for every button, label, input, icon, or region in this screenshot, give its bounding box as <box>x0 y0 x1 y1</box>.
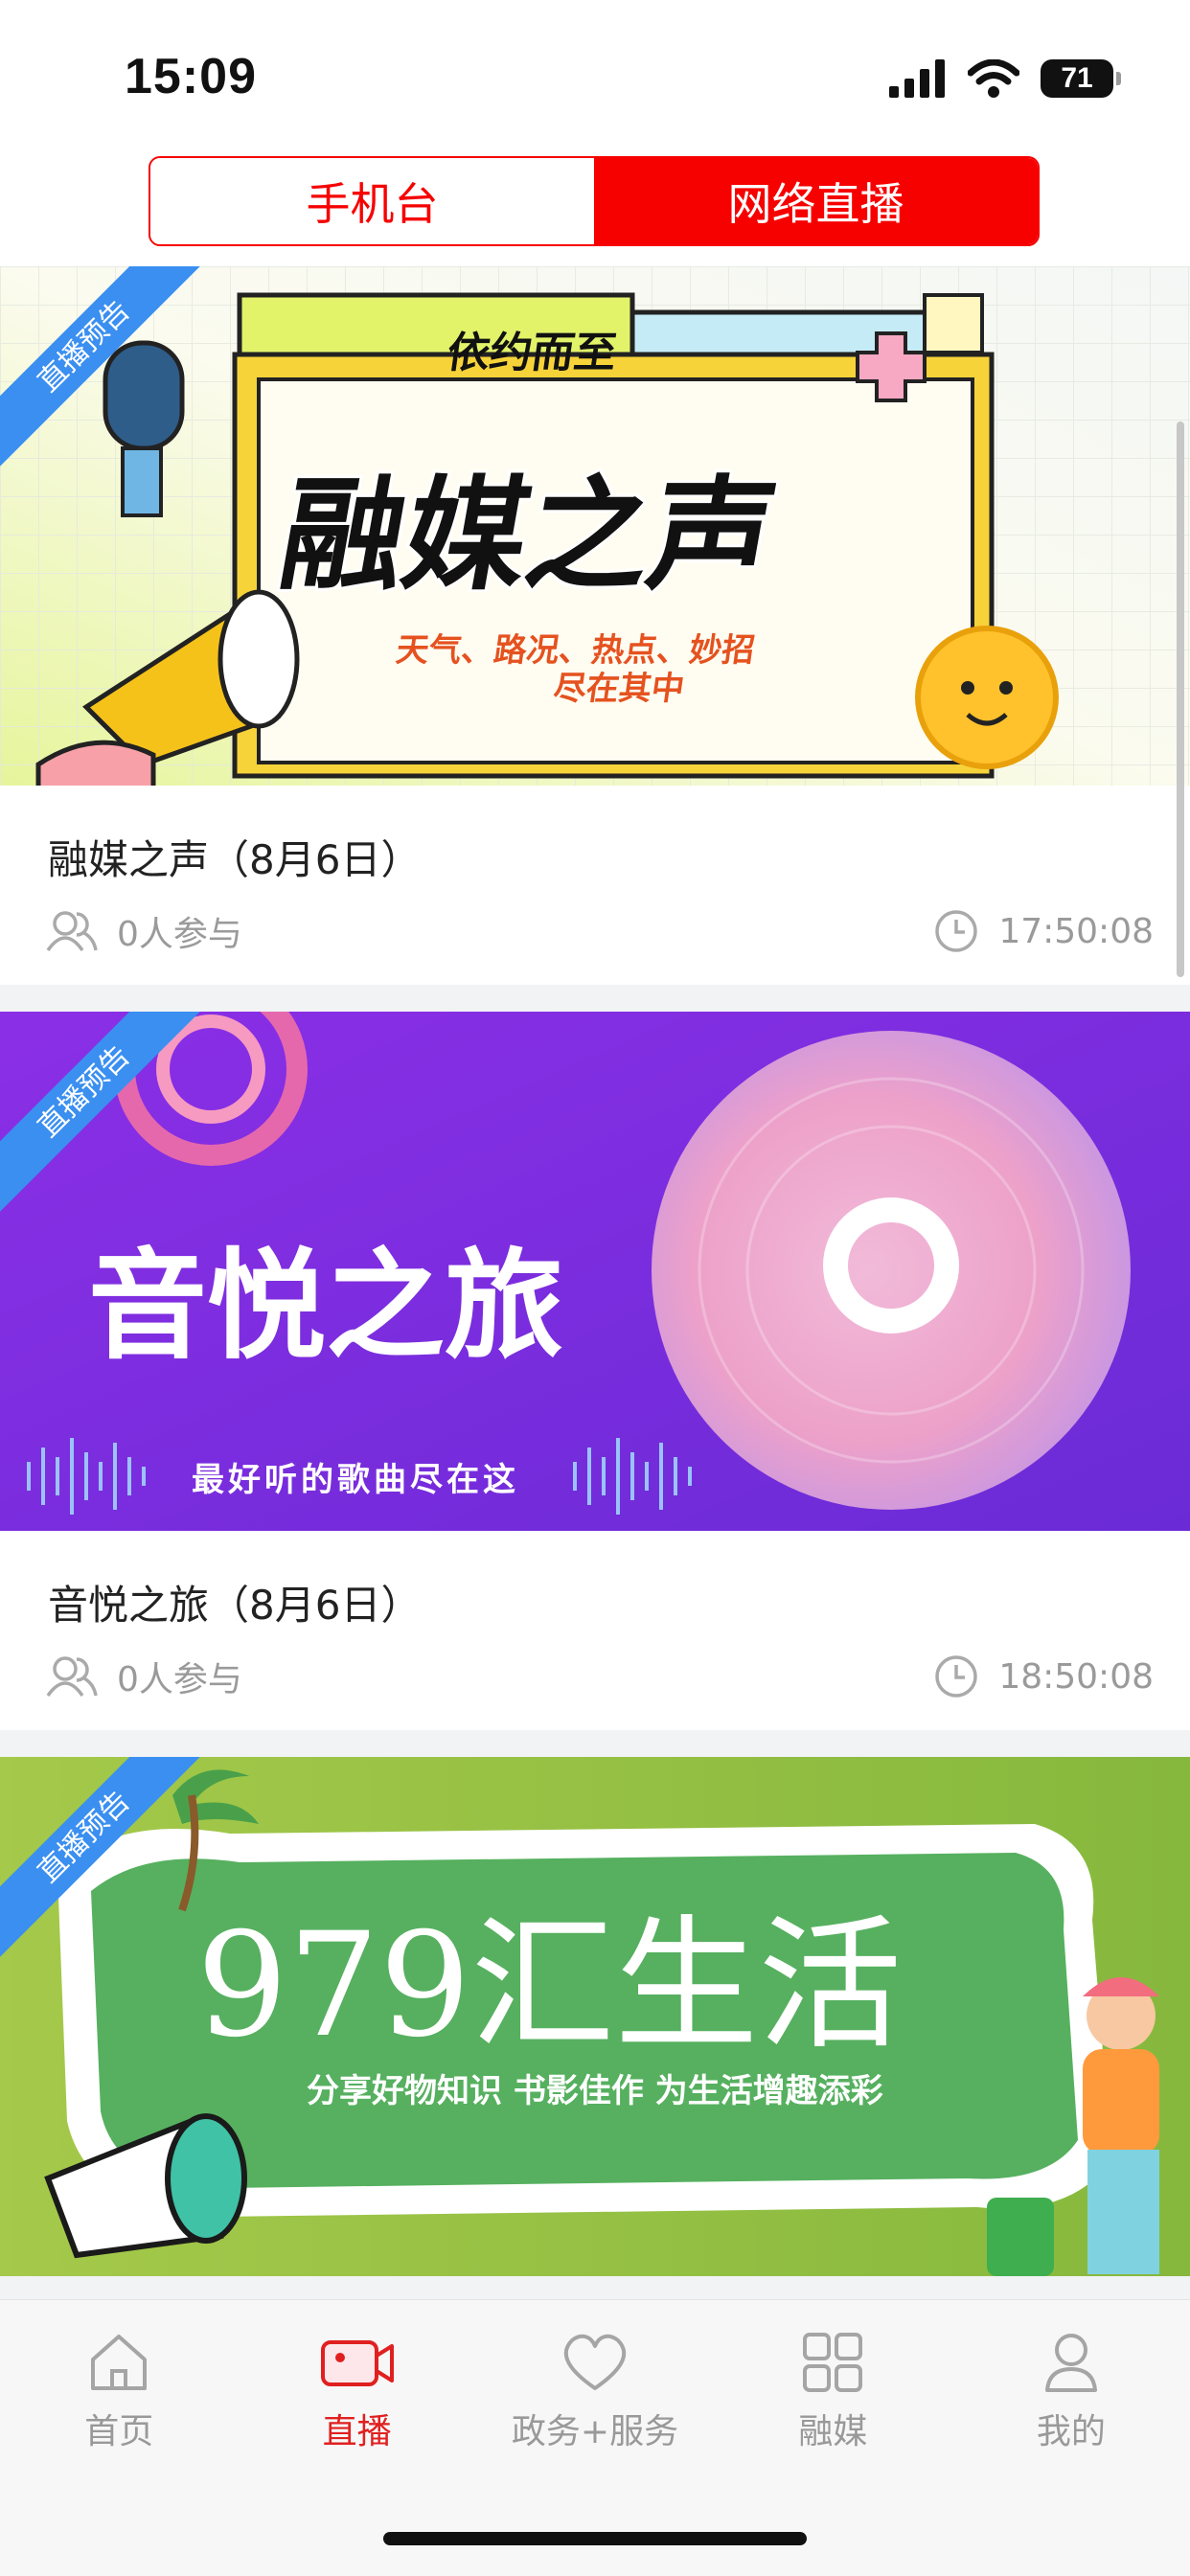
tab-label: 首页 <box>84 2412 154 2451</box>
participants-count: 0人参与 <box>117 915 242 954</box>
banner-subtitle: 分享好物知识 书影佳作 为生活增趣添彩 <box>307 2072 883 2110</box>
tab-mine[interactable]: 我的 <box>952 2329 1190 2492</box>
tab-media[interactable]: 融媒 <box>714 2329 951 2492</box>
video-camera-icon <box>320 2340 394 2386</box>
battery-icon: 71 <box>1041 59 1121 98</box>
signal-icon <box>889 59 945 98</box>
home-icon <box>91 2335 148 2390</box>
banner-art-ronmei: 依约而至 融媒之声 天气、路况、热点、妙招 尽在其中 <box>0 266 1190 786</box>
live-card[interactable]: 音悦之旅 最好听的歌曲尽在这 直播预告 音悦之旅（8月6日） 0人参与 18:5… <box>0 1012 1190 1730</box>
banner-headline: 979汇生活 <box>196 1903 902 2069</box>
banner-subtitle-1: 天气、路况、热点、妙招 <box>394 631 757 670</box>
status-icons: 71 <box>887 56 1121 102</box>
tab-home[interactable]: 首页 <box>0 2329 238 2492</box>
tab-live[interactable]: 直播 <box>238 2329 475 2492</box>
people-icon <box>46 1656 98 1698</box>
home-indicator[interactable] <box>383 2532 807 2545</box>
banner-subtitle-2: 尽在其中 <box>551 670 687 708</box>
participants: 0人参与 <box>44 1652 242 1701</box>
tab-mobile-station[interactable]: 手机台 <box>150 158 594 244</box>
scrollbar[interactable] <box>1177 422 1184 977</box>
header: 手机台 网络直播 <box>0 144 1190 266</box>
tab-label: 我的 <box>1036 2412 1106 2451</box>
segmented-control: 手机台 网络直播 <box>149 156 1040 246</box>
participants: 0人参与 <box>44 906 242 956</box>
banner-headline: 音悦之旅 <box>88 1238 563 1376</box>
schedule: 18:50:08 <box>933 1653 1154 1699</box>
clock-icon <box>935 910 978 952</box>
live-banner[interactable]: 音悦之旅 最好听的歌曲尽在这 直播预告 <box>0 1012 1190 1531</box>
card-meta: 0人参与 17:50:08 <box>0 895 1190 985</box>
banner-art-music: 音悦之旅 最好听的歌曲尽在这 <box>0 1012 1190 1531</box>
people-icon <box>46 911 98 952</box>
card-title[interactable]: 音悦之旅（8月6日） <box>0 1531 1190 1640</box>
wifi-icon <box>968 59 1019 98</box>
start-time: 17:50:08 <box>998 911 1154 951</box>
tab-gov-services[interactable]: 政务+服务 <box>476 2329 714 2492</box>
banner-art-979: 979汇生活 分享好物知识 书影佳作 为生活增趣添彩 <box>0 1757 1190 2276</box>
live-card[interactable]: 979汇生活 分享好物知识 书影佳作 为生活增趣添彩 直播预告 <box>0 1757 1190 2276</box>
banner-tagline: 依约而至 <box>445 329 620 377</box>
live-banner[interactable]: 依约而至 融媒之声 天气、路况、热点、妙招 尽在其中 直播预告 <box>0 266 1190 786</box>
status-time: 15:09 <box>125 49 257 104</box>
banner-headline: 融媒之声 <box>270 465 786 607</box>
tab-label: 直播 <box>322 2412 392 2451</box>
card-meta: 0人参与 18:50:08 <box>0 1640 1190 1730</box>
live-feed: 依约而至 融媒之声 天气、路况、热点、妙招 尽在其中 直播预告 融媒之声（8月6… <box>0 266 1190 2303</box>
start-time: 18:50:08 <box>998 1656 1154 1697</box>
tab-bar: 首页 直播 政务+服务 融媒 我的 <box>0 2299 1190 2576</box>
tab-web-live[interactable]: 网络直播 <box>594 158 1038 244</box>
card-title[interactable]: 融媒之声（8月6日） <box>0 786 1190 895</box>
tab-label: 政务+服务 <box>511 2412 679 2451</box>
status-bar: 15:09 71 <box>0 0 1190 144</box>
schedule: 17:50:08 <box>933 908 1154 954</box>
live-card[interactable]: 依约而至 融媒之声 天气、路况、热点、妙招 尽在其中 直播预告 融媒之声（8月6… <box>0 266 1190 985</box>
banner-subtitle: 最好听的歌曲尽在这 <box>192 1461 519 1499</box>
user-icon <box>1044 2334 1097 2392</box>
live-banner[interactable]: 979汇生活 分享好物知识 书影佳作 为生活增趣添彩 直播预告 <box>0 1757 1190 2276</box>
tab-label: 融媒 <box>798 2412 868 2451</box>
heart-icon <box>563 2334 627 2390</box>
grid-icon <box>803 2333 863 2392</box>
participants-count: 0人参与 <box>117 1660 242 1699</box>
clock-icon <box>935 1655 978 1698</box>
